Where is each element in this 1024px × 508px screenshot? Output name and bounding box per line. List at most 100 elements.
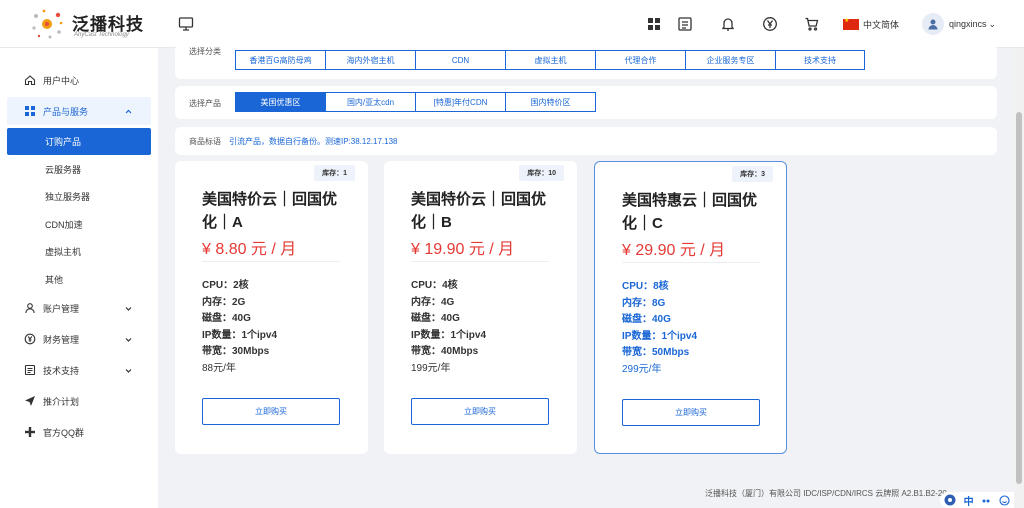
stock-badge: 库存：1 [314, 165, 355, 181]
category-item[interactable]: 海内外宿主机 [325, 50, 416, 70]
sidebar-item-label: 账户管理 [43, 303, 80, 314]
sidebar-item-finance[interactable]: 财务管理 [0, 325, 158, 353]
buy-now-button[interactable]: 立即购买 [411, 398, 549, 425]
product-name: 美国特价云｜回国优 化｜A [202, 188, 352, 234]
remark-label: 商品标语 [189, 137, 221, 146]
sidebar-item-user-center[interactable]: 用户中心 [0, 66, 158, 94]
sidebar-subitem-virtual-host[interactable]: 虚拟主机 [7, 238, 151, 265]
monitor-icon[interactable] [178, 16, 194, 32]
spec-cpu: CPU：2核 [202, 280, 249, 291]
sidebar-item-label: 产品与服务 [43, 106, 89, 117]
product-tab[interactable]: 国内/亚太cdn [325, 92, 416, 112]
category-item[interactable]: 香港百G高防母鸡 [235, 50, 326, 70]
avatar-user-icon [928, 19, 938, 30]
chevron-down-icon [125, 306, 132, 311]
product-select-label: 选择产品 [189, 99, 221, 108]
ime-punctuation-icon [982, 499, 990, 503]
spec-bandwidth: 带宽：30Mbps [202, 346, 270, 357]
product-name-line: 化｜A [202, 214, 243, 231]
cart-icon[interactable] [804, 16, 820, 32]
product-name-line: 美国特价云｜回国优 [411, 191, 547, 208]
stock-badge: 库存：10 [519, 165, 564, 181]
divider [622, 262, 760, 263]
product-name-line: 化｜B [411, 214, 452, 231]
china-flag-icon [843, 17, 859, 30]
language-label: 中文简体 [863, 19, 900, 30]
spec-bandwidth: 带宽：40Mbps [411, 346, 479, 357]
product-price: ¥ 29.90 元 / 月 [622, 242, 726, 259]
product-name: 美国特惠云｜回国优 化｜C [622, 189, 772, 235]
sidebar-subitem-order[interactable]: 订购产品 [7, 128, 151, 155]
category-item[interactable]: 虚拟主机 [505, 50, 596, 70]
product-name-line: 美国特价云｜回国优 [202, 191, 338, 208]
product-remark: 商品标语 引流产品，数据自行备份。测速IP:38.12.17.138 [189, 136, 398, 147]
product-card-c: 库存：3 美国特惠云｜回国优 化｜C ¥ 29.90 元 / 月 CPU：8核 … [594, 161, 787, 454]
spec-memory: 内存：8G [622, 297, 666, 309]
logo-subtitle: AnyCast Technology [74, 32, 129, 38]
chevron-up-icon [125, 109, 132, 113]
sidebar-subitem-cloud-server[interactable]: 云服务器 [7, 156, 151, 183]
product-card-b: 库存：10 美国特价云｜回国优 化｜B ¥ 19.90 元 / 月 CPU：4核… [384, 161, 577, 454]
user-icon [25, 303, 35, 314]
product-name: 美国特价云｜回国优 化｜B [411, 188, 561, 234]
sidebar-item-label: 官方QQ群 [43, 427, 85, 438]
product-select-panel: 选择产品 美国优惠区 国内/亚太cdn [特惠]年付CDN 国内特价区 [175, 86, 997, 119]
product-tab[interactable]: 美国优惠区 [235, 92, 326, 112]
chevron-down-icon [125, 368, 132, 373]
user-menu[interactable]: qingxincs ⌄ [922, 12, 996, 36]
ime-mode: 中 [963, 496, 974, 508]
product-tab[interactable]: 国内特价区 [505, 92, 596, 112]
sidebar-item-label: 财务管理 [43, 334, 80, 345]
product-remark-panel: 商品标语 引流产品，数据自行备份。测速IP:38.12.17.138 [175, 127, 997, 155]
grid-icon[interactable] [646, 16, 662, 32]
category-item[interactable]: 技术支持 [775, 50, 865, 70]
spec-ip: IP数量：1个ipv4 [622, 330, 698, 342]
category-item[interactable]: CDN [415, 50, 506, 70]
sidebar-subitem-dedicated-server[interactable]: 独立服务器 [7, 183, 151, 210]
chevron-down-icon [125, 337, 132, 342]
product-tab[interactable]: [特惠]年付CDN [415, 92, 506, 112]
product-specs: CPU：8核 内存：8G 磁盘：40G IP数量：1个ipv4 带宽：50Mbp… [622, 279, 697, 378]
category-panel: 选择分类 香港百G高防母鸡 海内外宿主机 CDN 虚拟主机 代理合作 企业服务专… [175, 44, 997, 79]
spec-cpu: CPU：4核 [411, 280, 458, 291]
category-item[interactable]: 代理合作 [595, 50, 686, 70]
divider [411, 261, 549, 262]
apps-icon [25, 106, 35, 116]
spec-memory: 内存：2G [202, 296, 246, 308]
ime-toolbar[interactable]: 中 [940, 492, 1014, 508]
sidebar-subitem-cdn[interactable]: CDN加速 [7, 211, 151, 238]
sidebar-item-support[interactable]: 技术支持 [0, 356, 158, 384]
product-price: ¥ 19.90 元 / 月 [411, 241, 515, 258]
money-icon [24, 333, 36, 345]
sidebar-item-products[interactable]: 产品与服务 [7, 97, 151, 125]
sidebar-item-label: 技术支持 [43, 365, 80, 376]
product-name-line: 化｜C [622, 215, 663, 232]
send-icon [25, 396, 35, 406]
spec-disk: 磁盘：40G [202, 313, 251, 324]
bell-icon[interactable] [720, 16, 736, 32]
chevron-down-icon: ⌄ [988, 18, 997, 29]
buy-now-button[interactable]: 立即购买 [622, 399, 760, 426]
sidebar-subitem-other[interactable]: 其他 [7, 266, 151, 293]
buy-now-button[interactable]: 立即购买 [202, 398, 340, 425]
scrollbar-thumb[interactable] [1016, 112, 1022, 484]
sidebar-item-qq-group[interactable]: 官方QQ群 [0, 418, 158, 446]
category-item[interactable]: 企业服务专区 [685, 50, 776, 70]
remark-text: 引流产品，数据自行备份。测速IP:38.12.17.138 [229, 137, 398, 146]
language-selector[interactable]: 中文简体 [843, 15, 899, 33]
product-name-line: 美国特惠云｜回国优 [622, 192, 758, 209]
logo[interactable]: 泛播科技 AnyCast Technology [30, 6, 150, 42]
yuan-icon[interactable] [762, 16, 778, 32]
spec-bandwidth: 带宽：50Mbps [622, 347, 690, 358]
sidebar: 用户中心 产品与服务 订购产品 云服务器 独立服务器 CDN加速 虚拟主机 其他… [0, 48, 158, 508]
username: qingxincs [949, 19, 987, 29]
category-label: 选择分类 [189, 47, 221, 56]
divider [202, 261, 340, 262]
plus-icon [25, 427, 35, 437]
spec-ip: IP数量：1个ipv4 [411, 329, 487, 341]
ime-emoji-icon [999, 494, 1010, 506]
product-specs: CPU：2核 内存：2G 磁盘：40G IP数量：1个ipv4 带宽：30Mbp… [202, 278, 277, 377]
document-icon[interactable] [677, 16, 693, 32]
sidebar-item-account[interactable]: 账户管理 [0, 294, 158, 322]
sidebar-item-referral[interactable]: 推介计划 [0, 387, 158, 415]
